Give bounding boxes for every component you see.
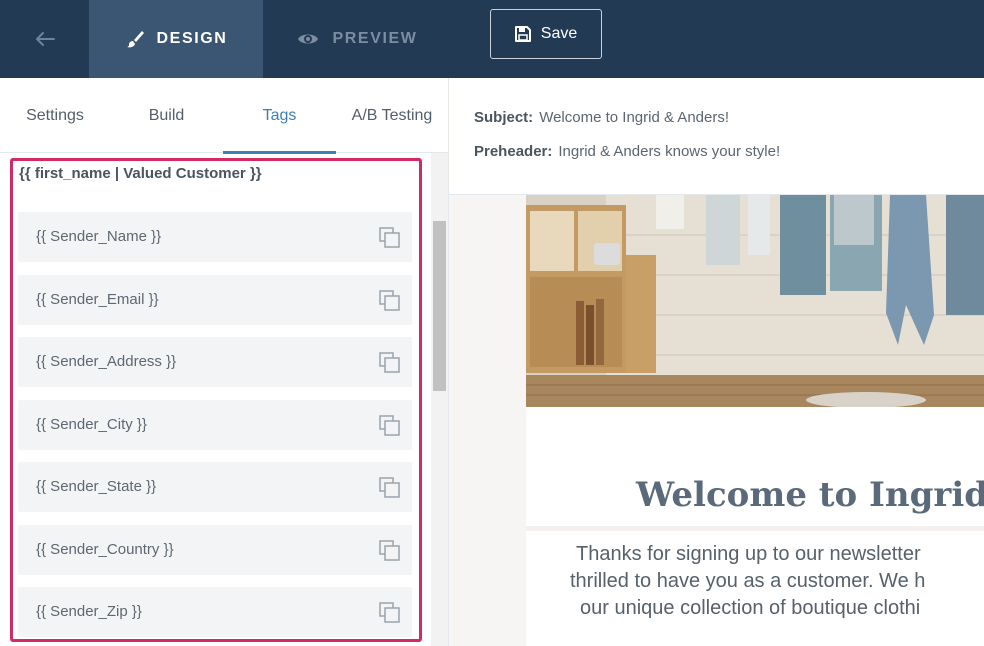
floppy-disk-icon (514, 26, 531, 42)
tags-scrollbar-thumb[interactable] (433, 221, 446, 391)
save-button[interactable]: Save (490, 9, 602, 59)
brush-icon (126, 31, 144, 48)
subject-line[interactable]: Subject: Welcome to Ingrid & Anders! (474, 109, 729, 126)
tab-build[interactable]: Build (110, 78, 223, 153)
tab-preview-label: PREVIEW (332, 30, 418, 47)
save-button-label: Save (540, 25, 578, 42)
tab-design-label: DESIGN (156, 30, 228, 47)
tag-item-sender-address[interactable]: {{ Sender_Address }} (18, 337, 412, 387)
email-canvas: Welcome to Ingrid & Thanks for signing u… (526, 195, 984, 646)
tab-tags[interactable]: Tags (223, 78, 336, 154)
copy-icon[interactable] (378, 476, 402, 500)
tag-text: {{ Sender_State }} (36, 478, 157, 495)
email-body-line: Thanks for signing up to our newsletter (576, 543, 921, 565)
email-body-line: thrilled to have you as a customer. We h (570, 570, 926, 592)
subject-label: Subject: (474, 109, 534, 126)
first-name-tag[interactable]: {{ first_name | Valued Customer }} (19, 165, 262, 182)
email-divider (526, 526, 984, 531)
tab-ab-testing[interactable]: A/B Testing (336, 78, 448, 153)
tab-settings[interactable]: Settings (0, 78, 110, 153)
preheader-value: Ingrid & Anders knows your style! (558, 143, 781, 160)
tab-preview[interactable]: PREVIEW (263, 0, 451, 78)
tag-item-sender-email[interactable]: {{ Sender_Email }} (18, 275, 412, 325)
subject-value: Welcome to Ingrid & Anders! (539, 109, 730, 126)
copy-icon[interactable] (378, 414, 402, 438)
email-body[interactable]: Thanks for signing up to our newsletter … (570, 541, 984, 622)
email-body-line: our unique collection of boutique clothi (580, 597, 921, 619)
preheader-label: Preheader: (474, 143, 553, 160)
tag-text: {{ Sender_Name }} (36, 228, 162, 245)
tag-item-sender-country[interactable]: {{ Sender_Country }} (18, 525, 412, 575)
tab-design[interactable]: DESIGN (89, 0, 263, 78)
tag-item-sender-state[interactable]: {{ Sender_State }} (18, 462, 412, 512)
tag-text: {{ Sender_Address }} (36, 353, 177, 370)
tag-text: {{ Sender_City }} (36, 416, 147, 433)
top-bar: DESIGN PREVIEW Save (0, 0, 984, 78)
copy-icon[interactable] (378, 226, 402, 250)
arrow-left-icon (35, 32, 55, 46)
subtab-bar: Settings Build Tags A/B Testing (0, 78, 448, 154)
tag-item-sender-city[interactable]: {{ Sender_City }} (18, 400, 412, 450)
copy-icon[interactable] (378, 539, 402, 563)
email-title[interactable]: Welcome to Ingrid & (636, 475, 984, 515)
email-preview-panel: Subject: Welcome to Ingrid & Anders! Preh… (449, 78, 984, 646)
tag-text: {{ Sender_Zip }} (36, 603, 142, 620)
copy-icon[interactable] (378, 601, 402, 625)
eye-icon (297, 34, 318, 44)
copy-icon[interactable] (378, 351, 402, 375)
tag-text: {{ Sender_Email }} (36, 291, 159, 308)
hero-image[interactable] (526, 195, 984, 407)
back-button[interactable] (0, 0, 89, 78)
tag-item-sender-zip[interactable]: {{ Sender_Zip }} (18, 587, 412, 637)
email-meta: Subject: Welcome to Ingrid & Anders! Preh… (449, 78, 984, 195)
preheader-line[interactable]: Preheader: Ingrid & Anders knows your sty… (474, 143, 780, 160)
tag-text: {{ Sender_Country }} (36, 541, 174, 558)
tag-item-sender-name[interactable]: {{ Sender_Name }} (18, 212, 412, 262)
copy-icon[interactable] (378, 289, 402, 313)
